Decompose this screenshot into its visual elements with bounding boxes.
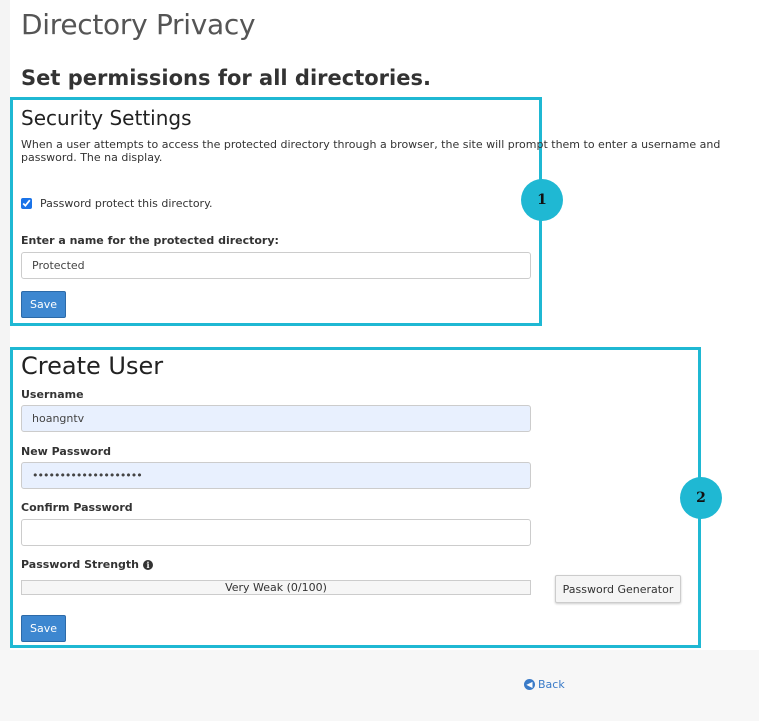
password-protect-row[interactable]: Password protect this directory. [21,197,213,210]
password-generator-button[interactable]: Password Generator [555,575,681,603]
left-margin-strip [0,0,10,721]
password-strength-label: Password Strength [21,558,139,571]
page-title: Directory Privacy [21,8,256,41]
new-password-label: New Password [21,445,111,458]
password-protect-label: Password protect this directory. [40,197,213,210]
create-user-save-button[interactable]: Save [21,615,66,642]
footer-area [0,650,759,721]
back-link-label: Back [538,678,565,691]
security-settings-heading: Security Settings [21,106,192,130]
password-protect-checkbox[interactable] [21,198,32,209]
password-strength-label-row: Password Strength i [21,558,153,571]
create-user-heading: Create User [21,352,164,380]
info-icon[interactable]: i [143,560,153,570]
username-label: Username [21,388,84,401]
back-arrow-icon: ◀ [524,679,535,690]
security-save-button[interactable]: Save [21,291,66,318]
username-input[interactable] [21,405,531,432]
confirm-password-label: Confirm Password [21,501,133,514]
confirm-password-input[interactable] [21,519,531,546]
new-password-input[interactable] [21,462,531,489]
annotation-callout-2: 2 [680,477,722,519]
page-subtitle: Set permissions for all directories. [21,66,431,90]
directory-name-input[interactable] [21,252,531,279]
back-link[interactable]: ◀ Back [524,678,565,691]
annotation-callout-1: 1 [521,179,563,221]
password-strength-text: Very Weak (0/100) [225,581,327,594]
security-settings-highlight [10,97,542,326]
directory-name-label: Enter a name for the protected directory… [21,234,279,247]
security-settings-description: When a user attempts to access the prote… [21,138,721,164]
password-strength-meter: Very Weak (0/100) [21,580,531,595]
